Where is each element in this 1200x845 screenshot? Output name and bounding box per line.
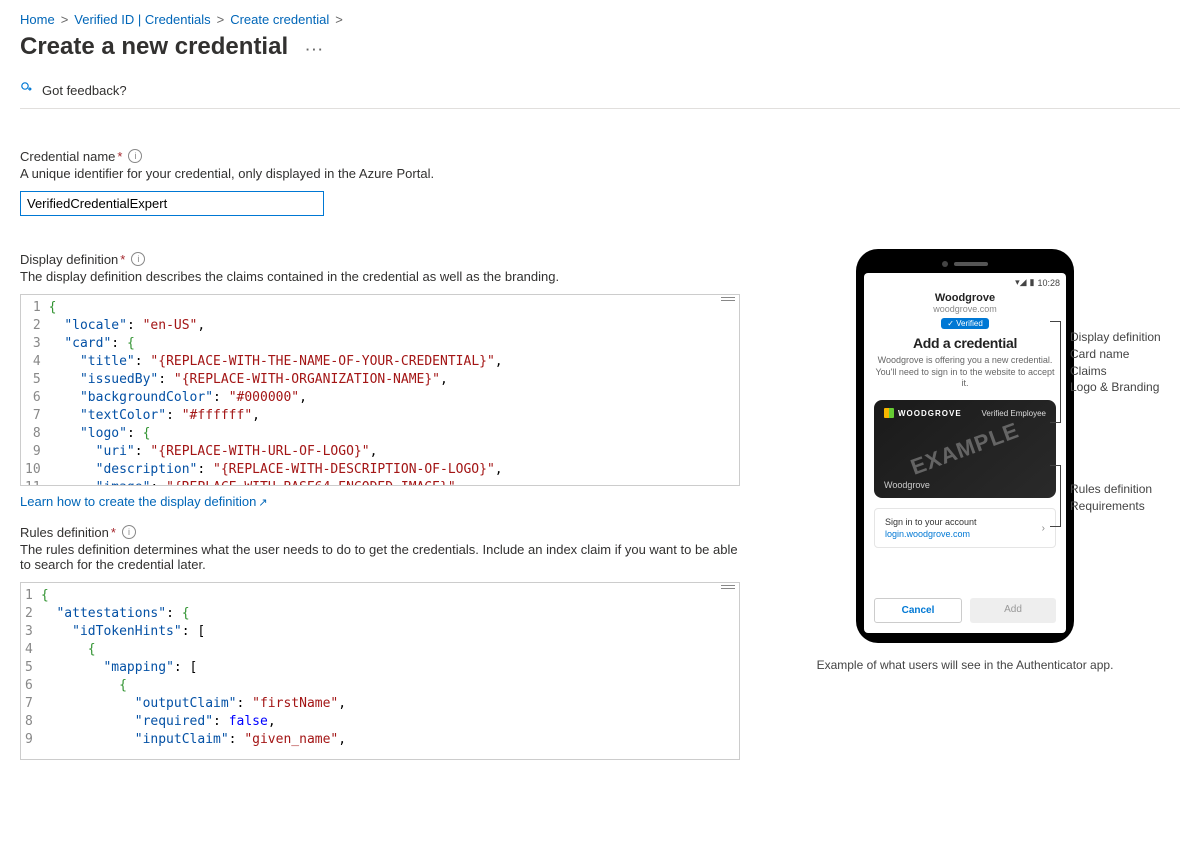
preview-org: Woodgrove [874,292,1056,304]
card-brand: WOODGROVE [884,408,962,418]
code-gutter: 1234567891011 [21,295,49,486]
info-icon[interactable]: i [131,252,145,266]
feedback-bar: Got feedback? [20,71,1180,109]
breadcrumb-create-credential[interactable]: Create credential [230,12,329,27]
breadcrumb-home[interactable]: Home [20,12,55,27]
more-actions-button[interactable]: ··· [306,42,325,57]
annotation-rules: Rules definition Requirements [1070,481,1180,515]
chevron-right-icon: > [217,12,225,27]
preview-subtitle: Woodgrove is offering you a new credenti… [874,355,1056,390]
chevron-right-icon: > [61,12,69,27]
display-definition-editor[interactable]: 1234567891011 { "locale": "en-US", "card… [20,294,740,486]
preview-caption: Example of what users will see in the Au… [780,657,1150,674]
chevron-right-icon: > [335,12,343,27]
annotation-display: Display definition Card name Claims Logo… [1070,329,1180,396]
preview-cancel-button: Cancel [874,598,962,623]
example-watermark: EXAMPLE [907,417,1022,480]
code-gutter: 123456789 [21,583,41,753]
display-definition-section: Display definition* i The display defini… [20,252,740,509]
breadcrumb: Home > Verified ID | Credentials > Creat… [20,12,1180,27]
card-issuer: Woodgrove [884,480,930,490]
credential-name-section: Credential name* i A unique identifier f… [20,149,740,216]
info-icon[interactable]: i [122,525,136,539]
rules-definition-editor[interactable]: 123456789 { "attestations": { "idTokenHi… [20,582,740,760]
code-lines[interactable]: { "locale": "en-US", "card": { "title": … [49,295,503,486]
breadcrumb-verified-id[interactable]: Verified ID | Credentials [74,12,210,27]
rules-definition-section: Rules definition* i The rules definition… [20,525,740,760]
feedback-icon [20,81,36,100]
page-title: Create a new credential [20,33,288,61]
verified-badge: ✓ Verified [941,318,989,329]
info-icon[interactable]: i [128,149,142,163]
rules-definition-label: Rules definition* [20,525,116,540]
display-definition-desc: The display definition describes the cla… [20,269,740,284]
feedback-label: Got feedback? [42,83,127,98]
signin-domain: login.woodgrove.com [885,529,977,539]
logo-icon [884,408,894,418]
display-definition-label: Display definition* [20,252,125,267]
code-lines[interactable]: { "attestations": { "idTokenHints": [ { … [41,583,346,753]
resize-handle-icon[interactable] [721,295,735,305]
phone-status-bar: ▾◢ ▮ 10:28 [864,273,1066,292]
wifi-icon: ▾◢ [1015,277,1026,288]
credential-card-preview: EXAMPLE WOODGROVE Verified Employee Wood… [874,400,1056,498]
clock-label: 10:28 [1037,278,1060,288]
credential-name-desc: A unique identifier for your credential,… [20,166,740,181]
resize-handle-icon[interactable] [721,583,735,593]
preview-column: ▾◢ ▮ 10:28 Woodgrove woodgrove.com ✓ Ver… [780,149,1150,674]
phone-frame: ▾◢ ▮ 10:28 Woodgrove woodgrove.com ✓ Ver… [856,249,1074,643]
credential-name-label: Credential name* [20,149,122,164]
credential-name-input[interactable] [20,191,324,216]
learn-display-definition-link[interactable]: Learn how to create the display definiti… [20,494,268,509]
phone-screen: ▾◢ ▮ 10:28 Woodgrove woodgrove.com ✓ Ver… [864,273,1066,633]
chevron-right-icon: › [1042,523,1045,534]
signin-requirement: Sign in to your account login.woodgrove.… [874,508,1056,548]
rules-definition-desc: The rules definition determines what the… [20,542,740,572]
preview-title: Add a credential [874,335,1056,351]
external-link-icon: ↗ [258,497,267,509]
got-feedback-link[interactable]: Got feedback? [20,81,127,100]
preview-add-button: Add [970,598,1056,623]
preview-domain: woodgrove.com [874,304,1056,314]
battery-icon: ▮ [1030,277,1035,288]
signin-label: Sign in to your account [885,517,977,527]
card-type: Verified Employee [982,409,1046,418]
